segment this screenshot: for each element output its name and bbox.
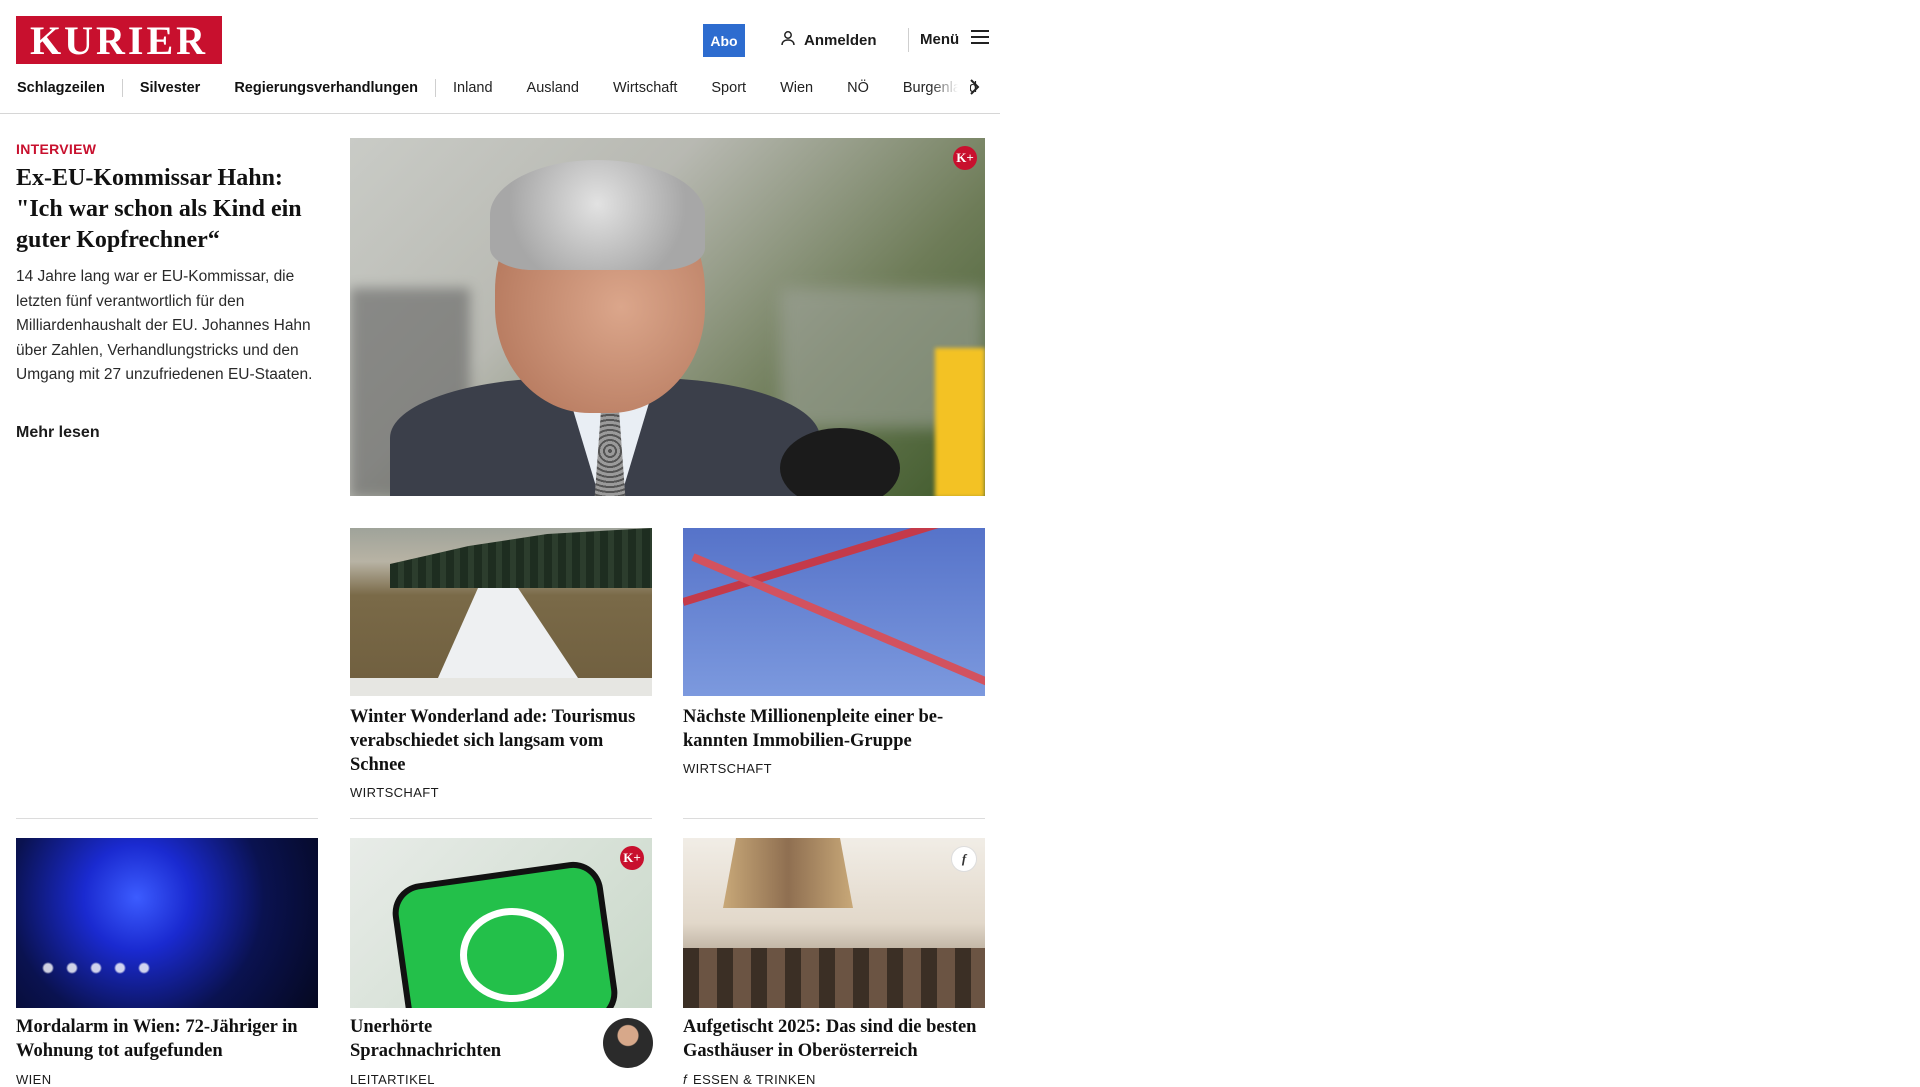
article-category[interactable]: WIRTSCHAFT [350, 785, 439, 800]
login-label: Anmelden [804, 31, 877, 49]
article-title[interactable]: Aufgetischt 2025: Das sind die bes­ten G… [683, 1015, 988, 1063]
user-icon [780, 30, 796, 50]
chevron-right-icon[interactable] [968, 78, 980, 101]
nav-item-silvester[interactable]: Silvester [123, 80, 217, 96]
lead-teaser: 14 Jahre lang war er EU-Kommissar, die l… [16, 268, 313, 383]
article-title[interactable]: Unerhörte Sprachnachrichten [350, 1015, 580, 1063]
read-more-link[interactable]: Mehr lesen [16, 424, 100, 442]
divider [350, 818, 652, 819]
hamburger-icon [971, 30, 990, 48]
article-image-whatsapp[interactable]: K+ [350, 838, 652, 1008]
author-avatar[interactable] [603, 1018, 653, 1068]
kplus-badge-icon: K+ [953, 146, 977, 170]
nav-item-wirtschaft[interactable]: Wirtschaft [596, 80, 694, 96]
lead-image[interactable]: K+ [350, 138, 985, 496]
site-header: KURIER Abo Anmelden Menü Schlagzeilen Si… [0, 0, 1000, 114]
menu-button[interactable]: Menü [920, 30, 990, 48]
kplus-badge-icon: K+ [620, 846, 644, 870]
nav-item-schlagzeilen[interactable]: Schlagzeilen [17, 80, 122, 96]
article-image-ski-slope[interactable] [350, 528, 652, 696]
article-title[interactable]: Winter Wonderland ade: Touris­mus verabs… [350, 705, 655, 777]
article-title[interactable]: Nächste Millionenpleite einer be­kannten… [683, 705, 988, 753]
nav-item-wien[interactable]: Wien [763, 80, 830, 96]
gourmet-badge-icon: f [951, 846, 977, 872]
article-image-cranes[interactable] [683, 528, 985, 696]
nav-item-noe[interactable]: NÖ [830, 80, 886, 96]
article-category[interactable]: WIRTSCHAFT [683, 761, 772, 776]
article-image-police-lights[interactable] [16, 838, 318, 1008]
login-button[interactable]: Anmelden [780, 30, 877, 50]
nav-item-inland[interactable]: Inland [436, 80, 510, 96]
header-divider [908, 28, 909, 52]
lead-kicker: INTERVIEW [16, 141, 97, 157]
nav-item-regierungsverhandlungen[interactable]: Regierungsverhandlungen [217, 80, 435, 96]
nav-item-ausland[interactable]: Ausland [510, 80, 596, 96]
nav-fade [930, 74, 970, 102]
divider [16, 818, 318, 819]
nav-item-sport[interactable]: Sport [694, 80, 763, 96]
abo-button[interactable]: Abo [703, 24, 745, 57]
article-title[interactable]: Mordalarm in Wien: 72-Jähriger in Wohnun… [16, 1015, 321, 1063]
section-nav: Schlagzeilen Silvester Regierungsverhand… [17, 78, 980, 98]
menu-label: Menü [920, 30, 960, 48]
article-image-restaurant[interactable]: f [683, 838, 985, 1008]
kurier-logo[interactable]: KURIER [16, 16, 222, 64]
lead-title[interactable]: Ex-EU-Kommissar Hahn: "Ich war schon als… [16, 163, 316, 256]
divider [683, 818, 985, 819]
